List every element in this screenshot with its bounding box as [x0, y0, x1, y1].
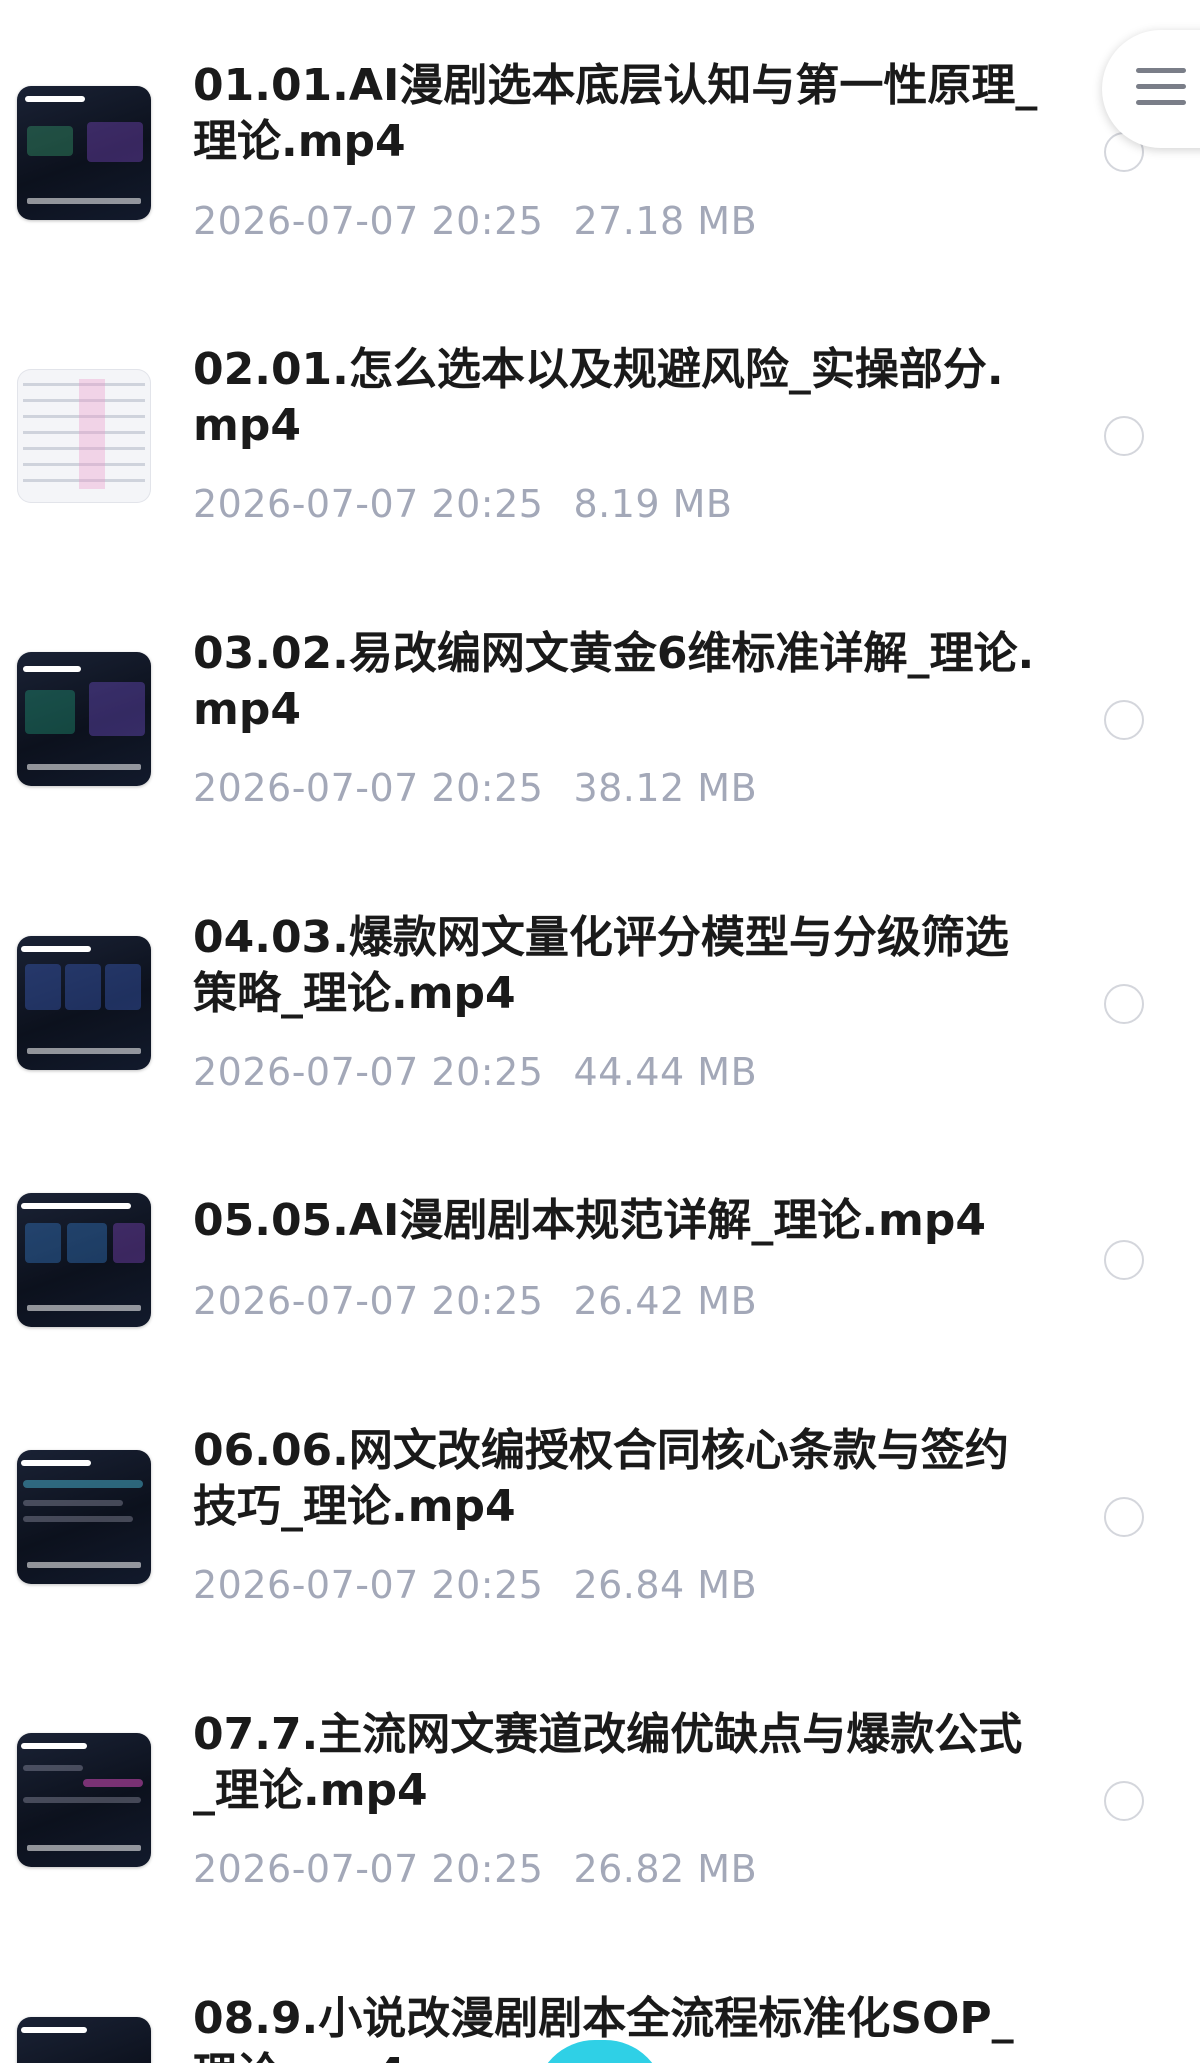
- select-radio[interactable]: [1104, 1497, 1144, 1537]
- file-name: 05.05.AI漫剧剧本规范详解_理论.mp4: [193, 1195, 986, 1246]
- video-thumbnail: [17, 1450, 151, 1584]
- file-size: 8.19 MB: [573, 482, 733, 526]
- video-thumbnail: [17, 936, 151, 1070]
- file-meta: 2026-07-07 20:25 26.82 MB: [193, 1846, 757, 1892]
- video-thumbnail: [17, 652, 151, 786]
- file-meta: 2026-07-07 20:25 26.42 MB: [193, 1278, 757, 1324]
- select-radio[interactable]: [1104, 984, 1144, 1024]
- file-name: 06.06.网文改编授权合同核心条款与签约技巧_理论.mp4: [193, 1425, 1009, 1532]
- video-thumbnail: [17, 369, 151, 503]
- file-meta: 2026-07-07 20:25 8.19 MB: [193, 481, 732, 527]
- file-size: 26.84 MB: [573, 1563, 758, 1607]
- file-date: 2026-07-07 20:25: [193, 1279, 544, 1323]
- file-name: 03.02.易改编网文黄金6维标准详解_理论.mp4: [193, 628, 1035, 735]
- select-radio[interactable]: [1104, 416, 1144, 456]
- file-name: 04.03.爆款网文量化评分模型与分级筛选策略_理论.mp4: [193, 912, 1009, 1019]
- video-thumbnail: [17, 1193, 151, 1327]
- file-date: 2026-07-07 20:25: [193, 766, 544, 810]
- hamburger-menu-icon: [1136, 68, 1186, 116]
- file-browser-page: 01.01.AI漫剧选本底层认知与第一性原理_理论.mp4 2026-07-07…: [0, 0, 1200, 2063]
- file-date: 2026-07-07 20:25: [193, 1563, 544, 1607]
- file-size: 26.82 MB: [573, 1847, 758, 1891]
- file-name: 02.01.怎么选本以及规避风险_实操部分.mp4: [193, 344, 1004, 451]
- file-meta: 2026-07-07 20:25 38.12 MB: [193, 765, 757, 811]
- file-date: 2026-07-07 20:25: [193, 482, 544, 526]
- file-name: 07.7.主流网文赛道改编优缺点与爆款公式_理论.mp4: [193, 1709, 1023, 1816]
- list-item[interactable]: 08.9.小说改漫剧剧本全流程标准化SOP_理论.mp4: [0, 0, 1200, 2063]
- file-date: 2026-07-07 20:25: [193, 1847, 544, 1891]
- select-radio[interactable]: [1104, 1781, 1144, 1821]
- file-date: 2026-07-07 20:25: [193, 1050, 544, 1094]
- select-radio[interactable]: [1104, 700, 1144, 740]
- file-size: 38.12 MB: [573, 766, 758, 810]
- video-thumbnail: [17, 2017, 151, 2063]
- file-meta: 2026-07-07 20:25 44.44 MB: [193, 1049, 757, 1095]
- file-meta: 2026-07-07 20:25 26.84 MB: [193, 1562, 757, 1608]
- file-size: 44.44 MB: [573, 1050, 758, 1094]
- select-radio[interactable]: [1104, 1240, 1144, 1280]
- file-size: 26.42 MB: [573, 1279, 758, 1323]
- video-thumbnail: [17, 1733, 151, 1867]
